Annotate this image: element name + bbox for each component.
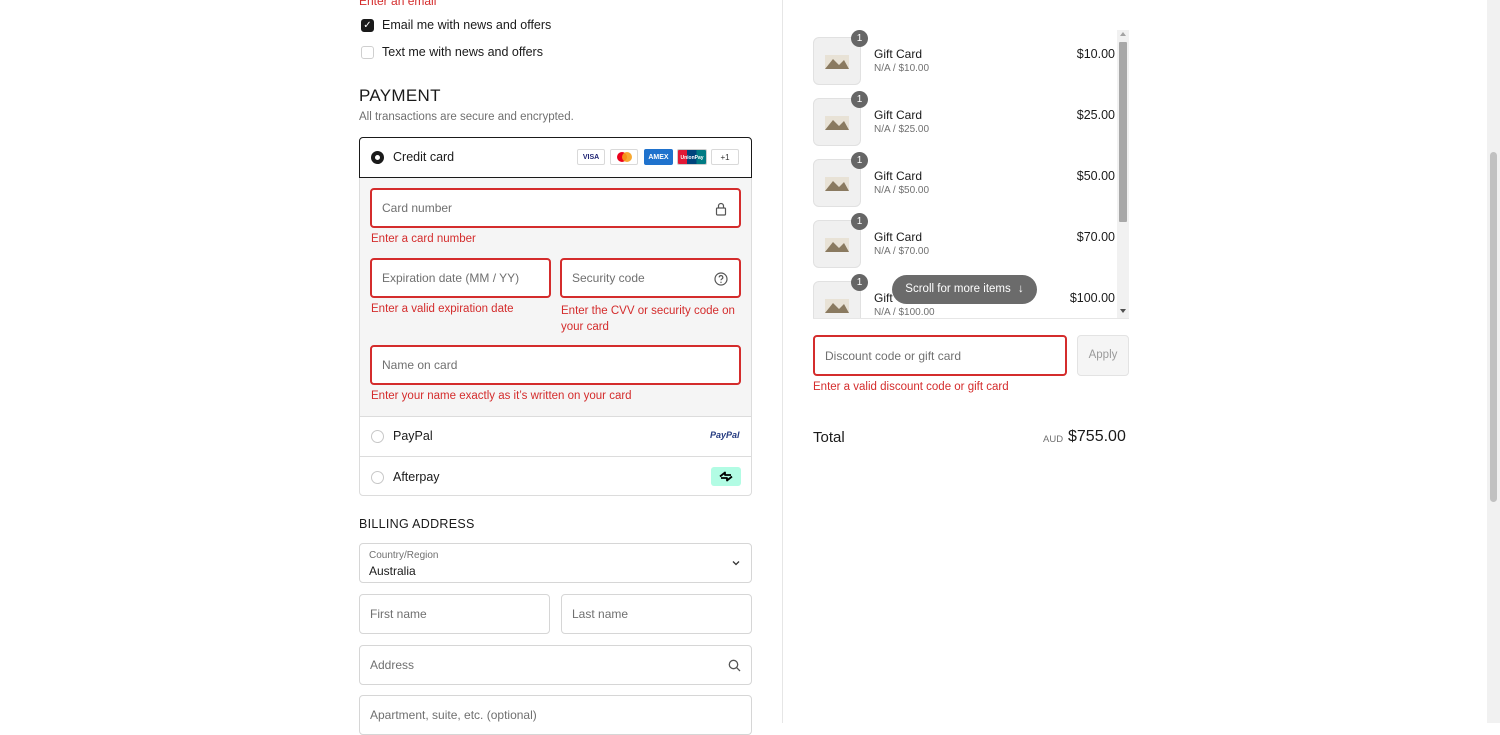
item-price: $70.00 [1076, 230, 1115, 244]
credit-card-radio[interactable] [371, 151, 384, 164]
arrow-down-icon: ↓ [1017, 283, 1024, 295]
item-name: Gift Card [874, 169, 923, 183]
scroll-for-more-button[interactable]: Scroll for more items ↓ [892, 275, 1037, 304]
text-offers-checkbox[interactable] [361, 46, 374, 59]
more-brands-badge: +1 [711, 149, 739, 165]
list-item: 1 Gift Card N/A / $25.00 $25.00 [813, 91, 1115, 148]
items-scrollbar-thumb[interactable] [1119, 42, 1127, 222]
quantity-badge: 1 [851, 91, 868, 108]
address-placeholder: Address [370, 658, 415, 672]
name-on-card-input[interactable]: Name on card [370, 345, 741, 385]
lock-icon [715, 202, 727, 216]
email-offers-label: Email me with news and offers [382, 18, 552, 32]
quantity-badge: 1 [851, 274, 868, 291]
list-item: 1 Gift Card N/A / $70.00 $70.00 [813, 213, 1115, 270]
paypal-logo: PayPal [710, 430, 740, 440]
scroll-hint-label: Scroll for more items [905, 283, 1011, 295]
item-price: $25.00 [1076, 108, 1115, 122]
credit-card-label: Credit card [393, 150, 455, 164]
country-label: Country/Region [369, 550, 439, 561]
card-number-placeholder: Card number [382, 201, 453, 215]
amex-icon: AMEX [644, 149, 673, 165]
order-summary: 1 Gift Card N/A / $10.00 $10.00 1 Gift C… [782, 0, 1488, 723]
expiry-placeholder: Expiration date (MM / YY) [382, 271, 520, 285]
security-code-error: Enter the CVV or security code on your c… [561, 305, 735, 333]
discount-placeholder: Discount code or gift card [825, 348, 962, 363]
afterpay-radio[interactable] [371, 471, 384, 484]
list-item: 1 Gift Card N/A / $50.00 $50.00 [813, 152, 1115, 209]
item-name: Gift Card [874, 108, 923, 122]
payment-title: PAYMENT [359, 86, 441, 105]
expiry-input[interactable]: Expiration date (MM / YY) [370, 258, 551, 298]
item-price: $10.00 [1076, 47, 1115, 61]
list-item: 1 Gift Card N/A / $10.00 $10.00 [813, 30, 1115, 87]
billing-title: BILLING ADDRESS [359, 517, 475, 531]
currency-code: AUD [1043, 434, 1064, 445]
chevron-down-icon [732, 561, 740, 566]
item-variant: N/A / $25.00 [874, 124, 930, 135]
security-code-placeholder: Security code [572, 271, 645, 285]
email-error: Enter an email [359, 0, 437, 8]
mastercard-icon [610, 149, 638, 165]
expiry-error: Enter a valid expiration date [371, 303, 514, 315]
quantity-badge: 1 [851, 152, 868, 169]
name-on-card-error: Enter your name exactly as it’s written … [371, 390, 632, 402]
total-amount: $755.00 [1068, 428, 1126, 445]
apartment-input[interactable]: Apartment, suite, etc. (optional) [359, 695, 752, 735]
afterpay-logo-icon [711, 467, 741, 486]
text-offers-label: Text me with news and offers [382, 45, 543, 59]
first-name-placeholder: First name [370, 607, 427, 621]
unionpay-icon: UnionPay [677, 149, 707, 165]
discount-error: Enter a valid discount code or gift card [813, 381, 1009, 393]
item-variant: N/A / $10.00 [874, 63, 930, 74]
checkout-form: Enter an email ✓ Email me with news and … [0, 0, 782, 735]
quantity-badge: 1 [851, 213, 868, 230]
item-name: Gift [874, 291, 893, 305]
card-number-error: Enter a card number [371, 233, 476, 245]
item-variant: N/A / $100.00 [874, 307, 935, 318]
name-on-card-placeholder: Name on card [382, 358, 458, 372]
scroll-up-arrow-icon[interactable] [1120, 32, 1126, 36]
page-scrollbar-thumb[interactable] [1490, 152, 1497, 502]
country-select[interactable]: Country/Region Australia [359, 543, 752, 583]
page-scrollbar[interactable] [1487, 0, 1500, 723]
item-name: Gift Card [874, 47, 923, 61]
help-icon[interactable] [714, 272, 728, 286]
item-variant: N/A / $50.00 [874, 185, 930, 196]
items-scrollbar[interactable] [1117, 30, 1129, 318]
security-code-input[interactable]: Security code [560, 258, 741, 298]
item-price: $100.00 [1069, 291, 1115, 305]
quantity-badge: 1 [851, 30, 868, 47]
payment-subtitle: All transactions are secure and encrypte… [359, 111, 574, 123]
address-input[interactable]: Address [359, 645, 752, 685]
paypal-label: PayPal [393, 429, 433, 443]
scroll-down-arrow-icon[interactable] [1120, 309, 1126, 313]
last-name-placeholder: Last name [572, 607, 629, 621]
item-name: Gift Card [874, 230, 923, 244]
apply-button[interactable]: Apply [1077, 335, 1129, 376]
country-value: Australia [369, 564, 416, 578]
item-price: $50.00 [1076, 169, 1115, 183]
apartment-placeholder: Apartment, suite, etc. (optional) [370, 708, 537, 722]
last-name-input[interactable]: Last name [561, 594, 752, 634]
first-name-input[interactable]: First name [359, 594, 550, 634]
email-offers-checkbox[interactable]: ✓ [361, 19, 374, 32]
paypal-radio[interactable] [371, 430, 384, 443]
total-label: Total [813, 429, 845, 446]
afterpay-label: Afterpay [393, 470, 440, 484]
card-number-input[interactable]: Card number [370, 188, 741, 228]
item-variant: N/A / $70.00 [874, 246, 930, 257]
discount-code-input[interactable]: Discount code or gift card [813, 335, 1067, 376]
search-icon [728, 659, 741, 672]
visa-icon: VISA [577, 149, 605, 165]
